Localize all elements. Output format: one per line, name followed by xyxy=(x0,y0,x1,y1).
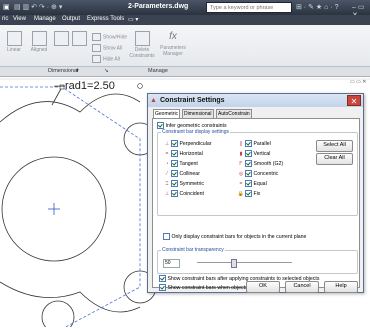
geometric-tab-panel: Infer geometric constraints Constraint b… xyxy=(152,118,360,291)
parallel-icon: ∥ xyxy=(239,140,243,147)
checkbox[interactable] xyxy=(157,122,164,129)
horizontal-option[interactable]: = Horizontal xyxy=(163,150,203,157)
select-all-button[interactable]: Select All xyxy=(316,140,353,152)
angular-button[interactable] xyxy=(71,31,87,47)
radial-dimension-icon xyxy=(53,31,69,46)
constraint-settings-dialog: ▲ Constraint Settings ✕ Geometric Dimens… xyxy=(147,93,364,293)
dimension-leader-icon: — xyxy=(54,80,65,92)
parameters-manager-button[interactable]: fx Parameters Manager xyxy=(160,31,186,57)
hide-all-icon xyxy=(92,55,101,63)
panel-dimensional[interactable]: Dimensional xyxy=(48,68,78,74)
menu-item-view[interactable]: View xyxy=(13,16,26,22)
concentric-icon: ◎ xyxy=(238,170,244,177)
horizontal-icon: = xyxy=(165,150,169,157)
collinear-icon: ⁄ xyxy=(166,170,168,177)
app-logo-icon[interactable]: ▣ xyxy=(3,3,10,11)
only-display-checkbox[interactable]: Only display constraint bars for objects… xyxy=(163,233,306,240)
fx-icon: fx xyxy=(169,31,177,42)
dialog-title: Constraint Settings xyxy=(160,97,225,104)
coincident-option[interactable]: ⊥ Coincident xyxy=(163,190,204,197)
transparency-input[interactable]: 50 xyxy=(163,259,180,268)
symmetric-icon: ⌶ xyxy=(165,180,169,187)
delete-constraints-button[interactable]: Delete Constraints xyxy=(129,31,155,59)
show-hide-button[interactable]: Show/Hide xyxy=(92,33,127,41)
linear-dimension-icon xyxy=(6,31,22,46)
cancel-button[interactable]: Cancel xyxy=(285,281,319,293)
lock-icon: 🔒 xyxy=(237,190,245,197)
ribbon-panel-labels: Dimensional ▾ ↘ Manage xyxy=(0,66,370,76)
aligned-button[interactable]: Aligned xyxy=(27,31,51,53)
outer-profile-bottom xyxy=(0,281,141,313)
help-button[interactable]: Help xyxy=(324,281,358,293)
show-all-button[interactable]: Show All xyxy=(92,44,122,52)
perpendicular-icon: ⊥ xyxy=(164,140,170,147)
vertical-icon: ▮ xyxy=(239,150,243,157)
symmetric-option[interactable]: ⌶ Symmetric xyxy=(163,180,204,187)
satellite-circle xyxy=(41,300,75,329)
dialog-app-icon: ▲ xyxy=(150,97,157,104)
transparency-slider-track[interactable] xyxy=(197,262,292,263)
fix-option[interactable]: 🔒 Fix xyxy=(237,190,260,197)
clear-all-button[interactable]: Clear All xyxy=(316,153,353,165)
menu-item-express-tools[interactable]: Express Tools xyxy=(87,16,124,22)
menu-item-ric[interactable]: ric xyxy=(2,16,8,22)
title-icons[interactable]: ⊞ · ✎ ★ ⌂ · ? xyxy=(296,3,338,11)
smooth-option[interactable]: ᖼ Smooth (G2) xyxy=(237,160,283,167)
delete-constraints-icon xyxy=(134,31,150,46)
tangent-icon: ◔ xyxy=(165,160,169,167)
collinear-option[interactable]: ⁄ Collinear xyxy=(163,170,200,177)
menu-item-manage[interactable]: Manage xyxy=(34,16,56,22)
close-icon[interactable]: ✕ xyxy=(347,95,361,106)
transparency-slider-thumb[interactable] xyxy=(231,259,237,268)
coincident-icon: ⊥ xyxy=(164,190,170,197)
equal-icon: = xyxy=(239,180,243,187)
ok-button[interactable]: OK xyxy=(246,281,280,293)
aligned-dimension-icon xyxy=(31,31,47,46)
tangent-option[interactable]: ◔ Tangent xyxy=(163,160,198,167)
title-bar: ▣ ▤ ▥ ↶ ↷ · ⊕ ▾ 2-Parameters.dwg ⊞ · ✎ ★… xyxy=(0,0,370,19)
panel-manage[interactable]: Manage xyxy=(148,68,168,74)
hide-all-button[interactable]: Hide All xyxy=(92,55,120,63)
ribbon-minimize-icon[interactable]: ▭ ▾ xyxy=(128,16,138,23)
radius-dimension-label[interactable]: —rad1=2.50 xyxy=(54,80,115,92)
equal-option[interactable]: = Equal xyxy=(237,180,267,187)
infer-constraints-checkbox[interactable]: Infer geometric constraints xyxy=(157,122,227,129)
transparency-label: Constraint bar transparency xyxy=(161,247,225,253)
show-all-icon xyxy=(92,44,101,52)
quick-access-toolbar[interactable]: ▤ ▥ ↶ ↷ · ⊕ ▾ xyxy=(14,3,62,11)
menu-item-output[interactable]: Output xyxy=(62,16,80,22)
radial-button[interactable] xyxy=(53,31,69,47)
show-hide-icon xyxy=(92,33,101,41)
vertical-option[interactable]: ▮ Vertical xyxy=(237,150,270,157)
construction-hexagon xyxy=(0,86,141,329)
dialog-title-bar[interactable]: ▲ Constraint Settings xyxy=(148,94,363,107)
panel-dimensional-expand-icon[interactable]: ▾ xyxy=(76,68,79,74)
svg-text:▭ ▭ ✕: ▭ ▭ ✕ xyxy=(350,79,366,85)
smooth-icon: ᖼ xyxy=(239,160,243,167)
display-settings-label: Constraint bar display settings xyxy=(161,129,230,135)
outer-profile-top xyxy=(0,93,141,123)
linear-button[interactable]: Linear xyxy=(3,31,25,53)
angular-dimension-icon xyxy=(71,31,87,46)
menu-bar: ric View Manage Output Express Tools ▭ ▾ xyxy=(0,15,370,25)
concentric-option[interactable]: ◎ Concentric xyxy=(237,170,278,177)
perpendicular-option[interactable]: ⊥ Perpendicular xyxy=(163,140,211,147)
parallel-option[interactable]: ∥ Parallel xyxy=(237,140,271,147)
search-input[interactable]: Type a keyword or phrase xyxy=(206,2,292,13)
dimensional-launcher-icon[interactable]: ↘ xyxy=(104,68,109,74)
window-title: 2-Parameters.dwg xyxy=(128,3,189,10)
